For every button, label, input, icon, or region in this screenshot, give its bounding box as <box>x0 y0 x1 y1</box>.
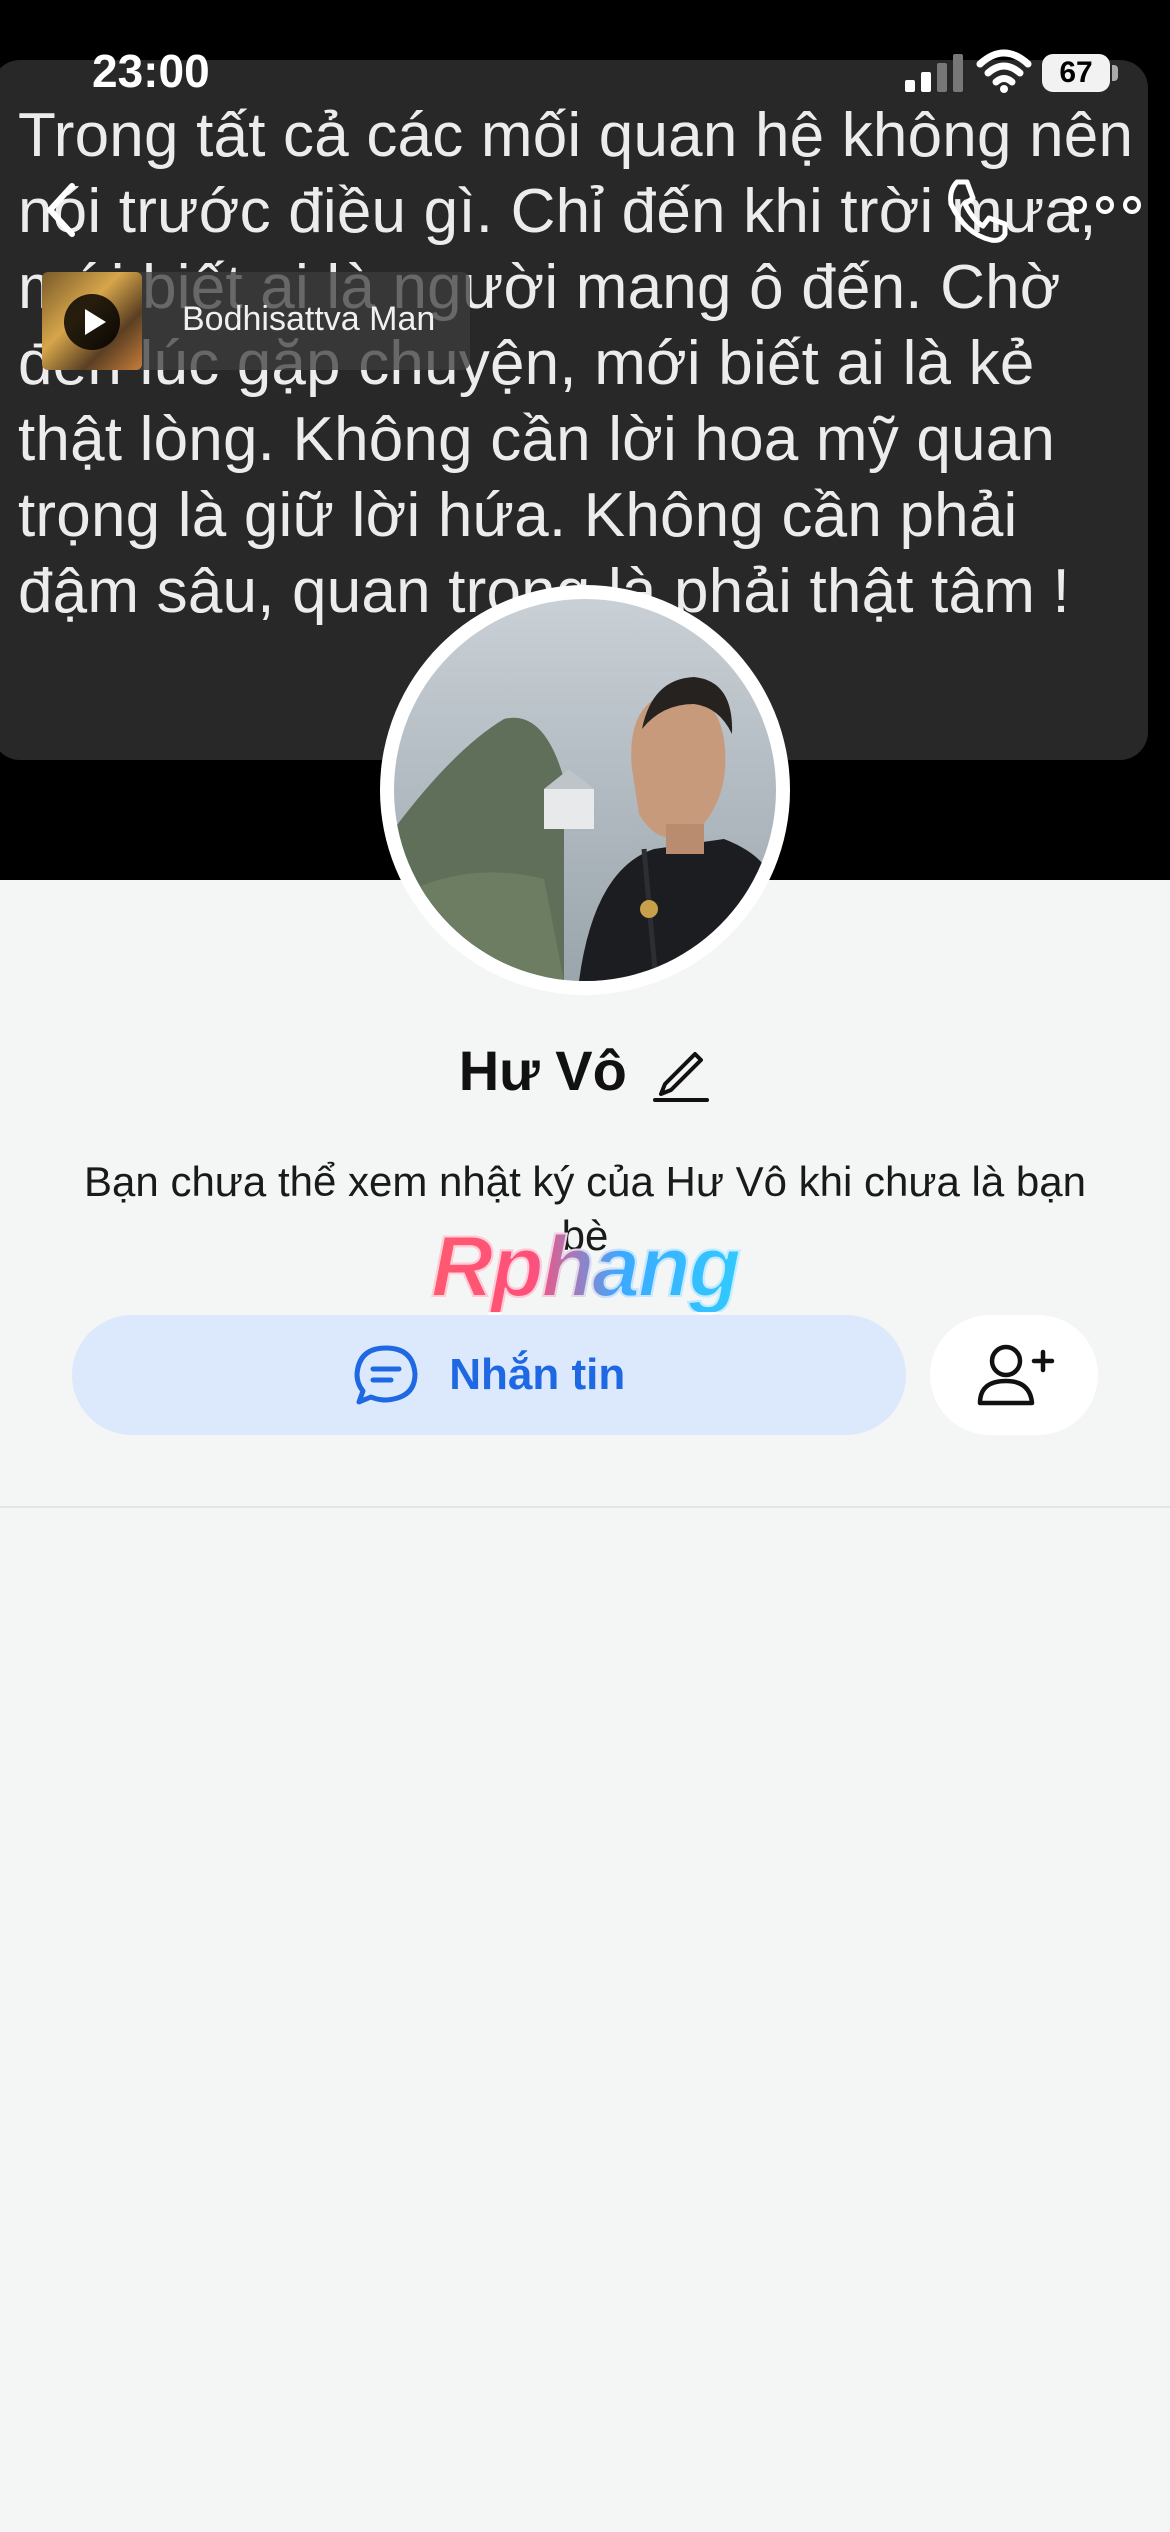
status-time: 23:00 <box>92 45 210 97</box>
profile-name-row: Hư Vô <box>0 1038 1170 1103</box>
message-button-label: Nhắn tin <box>449 1350 626 1399</box>
music-title: Bodhisattva Man <box>182 300 436 338</box>
back-arrow-icon <box>47 183 75 237</box>
avatar[interactable] <box>394 599 776 981</box>
more-options-button[interactable] <box>1060 180 1150 230</box>
call-button[interactable] <box>935 170 1015 250</box>
battery-indicator: 67 <box>1042 54 1110 92</box>
section-divider <box>0 1506 1170 1508</box>
battery-tip <box>1112 65 1118 81</box>
profile-music-chip[interactable]: Bodhisattva Man <box>42 272 470 370</box>
profile-name: Hư Vô <box>458 1039 627 1102</box>
pencil-icon[interactable] <box>651 1040 711 1102</box>
wifi-icon <box>976 49 1032 93</box>
message-button[interactable]: Nhắn tin <box>72 1315 906 1435</box>
play-icon[interactable] <box>64 294 120 350</box>
phone-icon <box>948 179 1008 243</box>
signal-icon <box>905 54 963 92</box>
message-button-content: Nhắn tin <box>72 1315 906 1435</box>
back-button[interactable] <box>30 170 100 250</box>
watermark-logo: Rphang <box>410 1221 760 1313</box>
chat-bubble-icon <box>354 1345 418 1405</box>
more-options-icon <box>1069 196 1141 214</box>
avatar-photo <box>394 599 776 981</box>
add-friend-button[interactable] <box>930 1315 1098 1435</box>
status-bar: 23:00 67 <box>0 0 1170 140</box>
add-friend-icon <box>977 1344 1055 1406</box>
